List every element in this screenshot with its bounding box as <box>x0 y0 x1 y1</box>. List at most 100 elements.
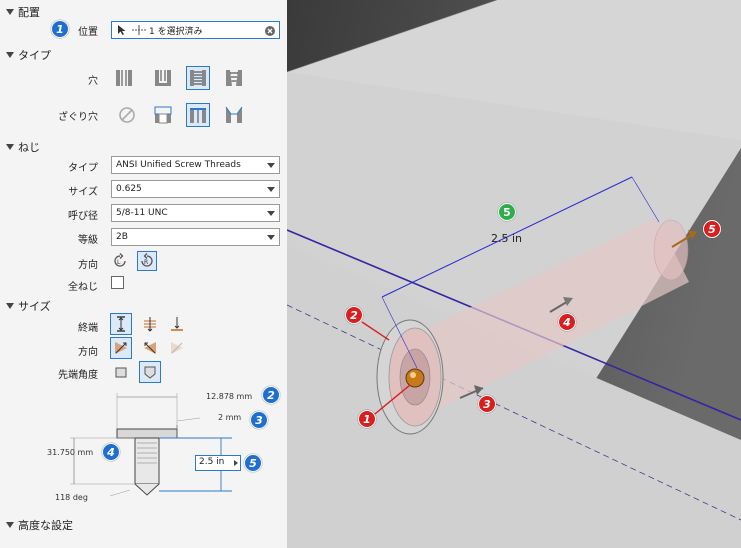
section-advanced-title: 高度な設定 <box>18 519 73 532</box>
clear-icon[interactable] <box>265 26 275 36</box>
thread-size-label: サイズ <box>68 187 98 198</box>
svg-text:R: R <box>144 259 148 266</box>
length-value: 2.5 in <box>199 457 225 467</box>
chevron-right-icon <box>234 460 238 466</box>
counterbore-icon <box>154 106 172 124</box>
chevron-down-icon <box>267 235 275 240</box>
section-placement-title: 配置 <box>18 6 40 19</box>
thread-size-value: 0.625 <box>116 184 142 194</box>
collapse-triangle-icon <box>6 303 14 309</box>
select-arrow-icon <box>118 25 126 35</box>
viewport-callout-badge-3: 3 <box>478 395 496 413</box>
length-dimension: 31.750 mm <box>47 448 94 457</box>
right-hand-icon: R <box>141 253 153 267</box>
section-placement[interactable]: 配置 <box>6 4 40 20</box>
collapse-triangle-icon <box>6 522 14 528</box>
direction-flipped-icon <box>144 342 156 354</box>
position-label: 位置 <box>78 27 98 38</box>
hole-label: 穴 <box>88 76 98 87</box>
simple-hole-icon <box>116 70 132 86</box>
to-face-button[interactable] <box>166 313 188 335</box>
angle-dimension: 118 deg <box>55 493 88 502</box>
taper-tapped-hole-button[interactable] <box>222 66 246 90</box>
hole-dimension-diagram <box>70 393 232 497</box>
position-selector[interactable]: 1 を選択済み <box>111 21 280 39</box>
hole-properties-panel: 配置 1 位置 1 を選択済み タイプ 穴 ざぐり穴 ねじ タイプ ANSI U… <box>0 0 287 548</box>
callout-badge-2: 2 <box>262 386 280 404</box>
clearance-hole-button[interactable] <box>151 66 175 90</box>
viewport-callout-badge-green-5: 5 <box>498 203 516 221</box>
viewport-callout-badge-4: 4 <box>558 313 576 331</box>
callout-badge-3: 3 <box>250 411 268 429</box>
class-label: 等級 <box>78 235 98 246</box>
tapped-hole-icon <box>190 70 206 86</box>
through-all-button[interactable] <box>139 313 161 335</box>
distance-termination-button[interactable] <box>110 313 132 335</box>
angle-drill-point-button[interactable] <box>139 361 161 383</box>
direction-flipped-button[interactable] <box>139 337 161 359</box>
collapse-triangle-icon <box>6 52 14 58</box>
collapse-triangle-icon <box>6 9 14 15</box>
sketch-point-icon <box>132 25 146 35</box>
depth-dimension: 2 mm <box>218 413 242 422</box>
to-face-icon <box>171 317 183 331</box>
designation-dropdown[interactable]: 5/8-11 UNC <box>111 204 280 222</box>
left-hand-button[interactable]: L <box>110 251 130 271</box>
3d-viewport[interactable]: 2.5 in 5 1 2 3 4 5 <box>287 0 741 548</box>
section-size[interactable]: サイズ <box>6 298 51 314</box>
flat-drill-point-button[interactable] <box>110 361 132 383</box>
flat-point-icon <box>115 367 127 378</box>
section-type-title: タイプ <box>18 49 51 62</box>
callout-badge-4: 4 <box>102 443 120 461</box>
section-size-title: サイズ <box>18 300 51 313</box>
chevron-down-icon <box>267 187 275 192</box>
no-seat-button[interactable] <box>115 103 139 127</box>
viewport-dimension-label[interactable]: 2.5 in <box>491 232 522 245</box>
counterbore-label: ざぐり穴 <box>58 112 98 123</box>
diameter-dimension: 12.878 mm <box>206 392 253 401</box>
designation-label: 呼び径 <box>68 211 98 222</box>
callout-badge-1: 1 <box>51 20 69 38</box>
right-hand-button[interactable]: R <box>137 251 157 271</box>
tapped-hole-button[interactable] <box>186 66 210 90</box>
viewport-callout-badge-5: 5 <box>703 220 721 238</box>
through-all-icon <box>144 317 156 332</box>
thread-direction-label: 方向 <box>78 260 98 271</box>
spotface-button[interactable] <box>186 103 210 127</box>
viewport-callout-badge-1: 1 <box>358 410 376 428</box>
angle-point-icon <box>144 366 156 379</box>
drill-point-label: 先端角度 <box>58 370 98 381</box>
clearance-hole-icon <box>155 70 171 86</box>
taper-tapped-hole-icon <box>226 70 242 86</box>
class-dropdown[interactable]: 2B <box>111 228 280 246</box>
thread-size-dropdown[interactable]: 0.625 <box>111 180 280 198</box>
chevron-down-icon <box>267 211 275 216</box>
section-type[interactable]: タイプ <box>6 47 51 63</box>
spotface-icon <box>190 108 206 123</box>
direction-symmetric-icon <box>171 342 183 354</box>
svg-text:L: L <box>117 259 121 266</box>
countersink-button[interactable] <box>222 103 246 127</box>
distance-icon <box>117 316 125 332</box>
full-thread-checkbox[interactable] <box>111 276 124 289</box>
simple-hole-button[interactable] <box>112 66 136 90</box>
thread-type-label: タイプ <box>68 163 98 174</box>
thread-type-value: ANSI Unified Screw Threads <box>116 160 241 170</box>
position-value: 1 を選択済み <box>149 26 203 37</box>
direction-default-icon <box>115 342 127 354</box>
countersink-icon <box>225 106 243 123</box>
thread-type-dropdown[interactable]: ANSI Unified Screw Threads <box>111 156 280 174</box>
termination-label: 終端 <box>78 323 98 334</box>
direction-symmetric-button[interactable] <box>166 337 188 359</box>
section-thread[interactable]: ねじ <box>6 139 40 155</box>
section-advanced[interactable]: 高度な設定 <box>6 517 73 533</box>
designation-value: 5/8-11 UNC <box>116 208 168 218</box>
none-icon <box>119 107 135 123</box>
counterbore-button[interactable] <box>151 103 175 127</box>
model-scene <box>287 0 741 548</box>
length-value-input[interactable]: 2.5 in <box>195 455 241 471</box>
full-thread-label: 全ねじ <box>68 282 98 293</box>
chevron-down-icon <box>267 163 275 168</box>
direction-default-button[interactable] <box>110 337 132 359</box>
callout-badge-5: 5 <box>244 454 262 472</box>
